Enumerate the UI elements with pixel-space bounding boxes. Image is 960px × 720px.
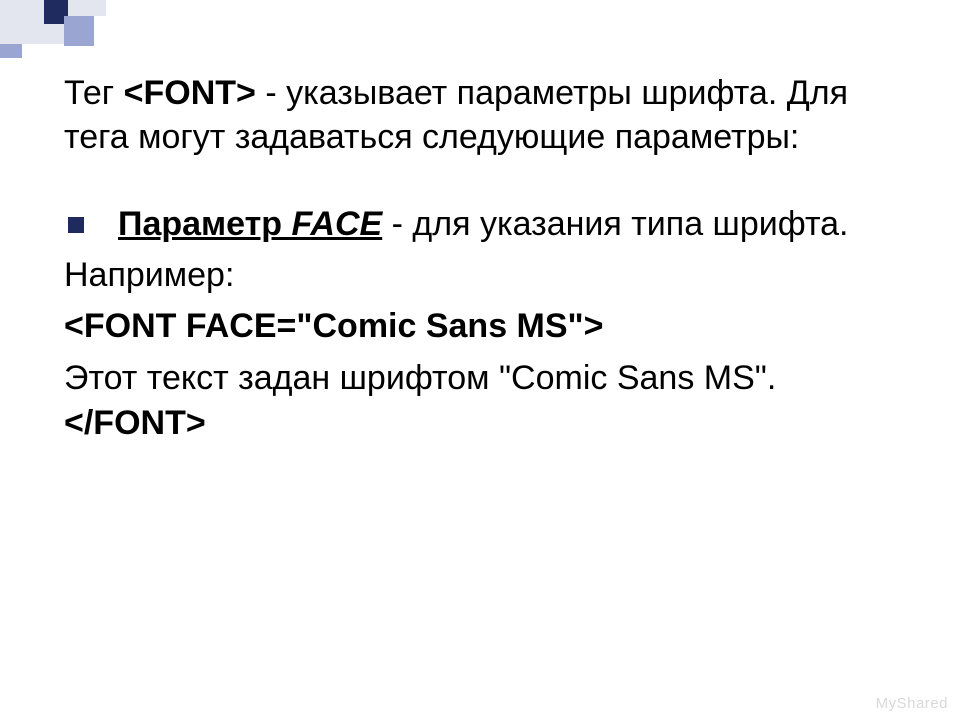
example-label: Например: <box>64 253 904 299</box>
intro-tag: <FONT> <box>124 74 256 112</box>
deco-square <box>64 16 94 46</box>
bullet-item: Параметр FACE - для указания типа шрифта… <box>64 203 904 247</box>
deco-square <box>0 44 22 58</box>
decorative-corner <box>0 0 180 60</box>
brand-watermark: MyShared <box>876 695 948 712</box>
intro-paragraph: Тег <FONT> - указывает параметры шрифта.… <box>64 72 904 159</box>
param-name: FACE <box>292 205 383 243</box>
comic-text-line: Этот текст задан шрифтом "Comic Sans MS"… <box>64 356 904 444</box>
close-tag: </FONT> <box>64 404 206 442</box>
deco-square <box>0 0 44 44</box>
deco-square <box>44 24 64 44</box>
slide-content: Тег <FONT> - указывает параметры шрифта.… <box>64 72 904 445</box>
square-bullet-icon <box>68 217 84 233</box>
intro-prefix: Тег <box>64 74 124 112</box>
param-label: Параметр <box>118 205 292 243</box>
open-tag-line: <FONT FACE="Comic Sans MS"> <box>64 304 904 350</box>
param-rest: - для указания типа шрифта. <box>382 205 848 243</box>
comic-text: Этот текст задан шрифтом "Comic Sans MS"… <box>64 359 776 397</box>
bullet-text: Параметр FACE - для указания типа шрифта… <box>118 203 904 247</box>
deco-square <box>68 0 106 16</box>
